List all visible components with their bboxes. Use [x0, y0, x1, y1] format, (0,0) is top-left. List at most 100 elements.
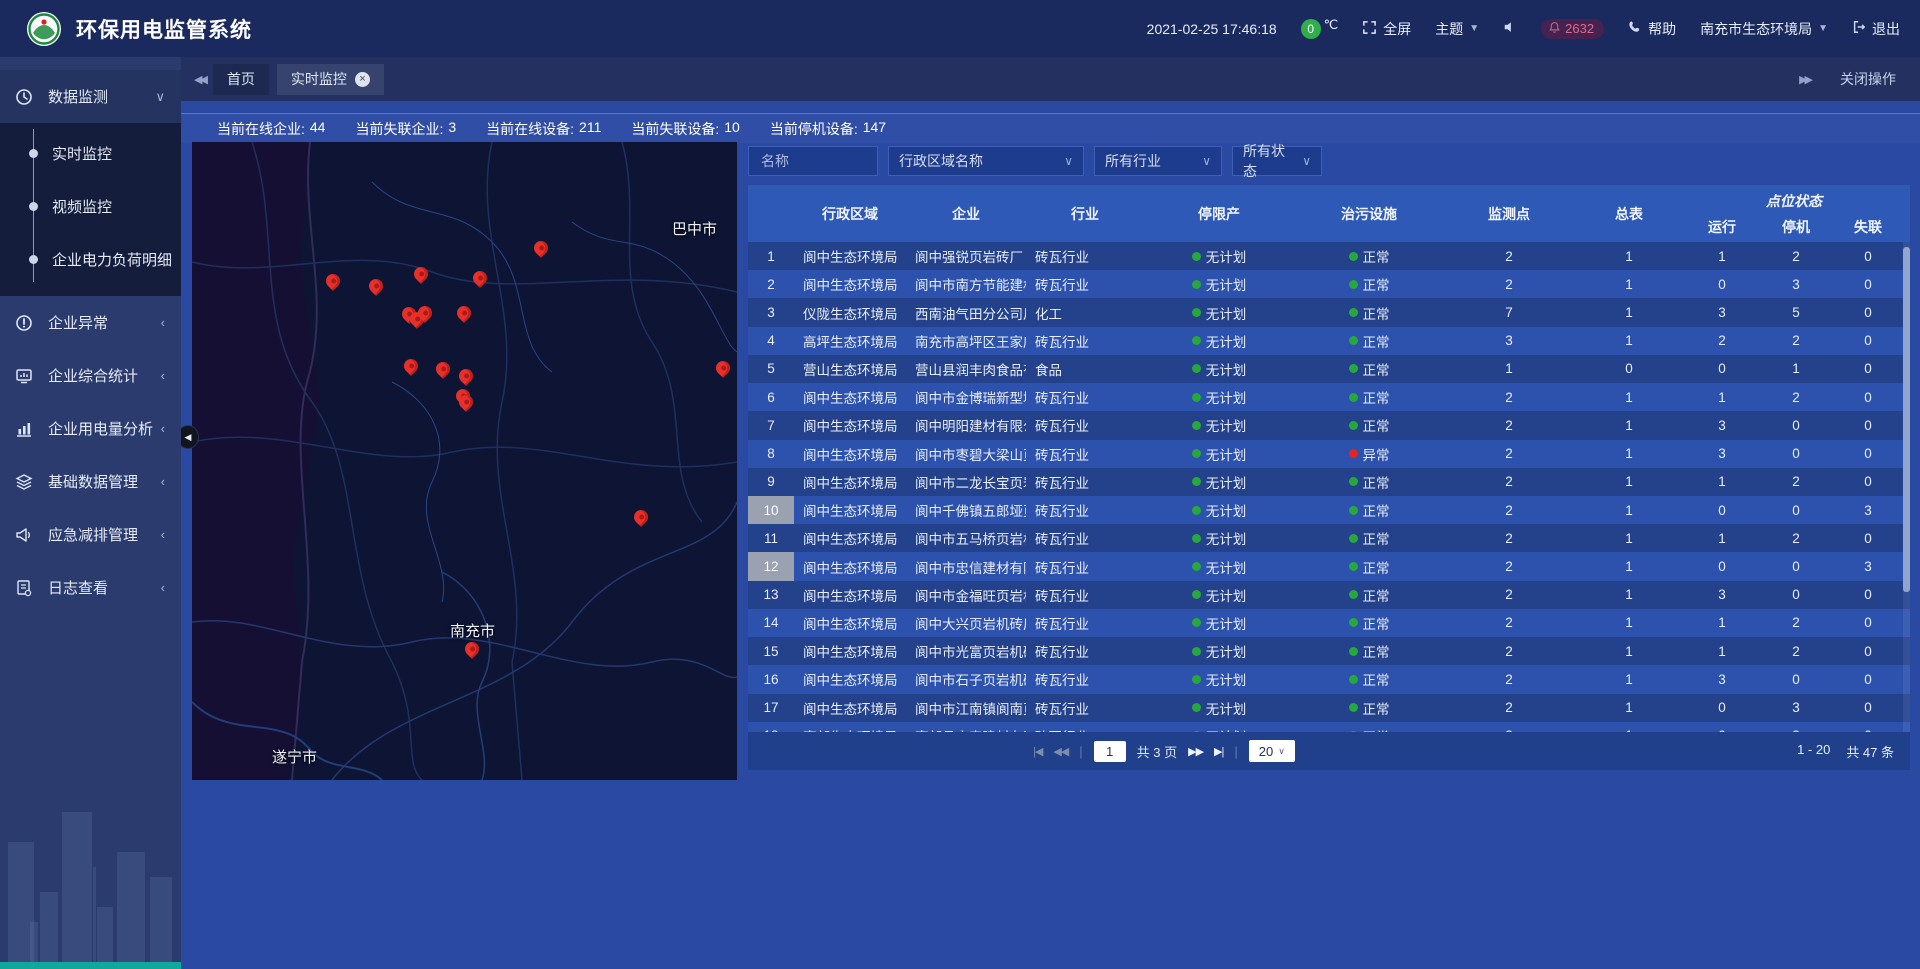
table-row[interactable]: 6阆中生态环境局阆中市金博瑞新型墙材砖瓦行业无计划正常21120	[748, 383, 1910, 411]
cell-region: 阆中生态环境局	[794, 581, 906, 609]
sidebar-item-0-2[interactable]: 企业电力负荷明细	[0, 233, 181, 286]
cell-meter: 1	[1574, 468, 1684, 496]
cell-meter: 1	[1574, 383, 1684, 411]
table-row[interactable]: 8阆中生态环境局阆中市枣碧大梁山页岩砖瓦行业无计划异常21300	[748, 440, 1910, 468]
table-row[interactable]: 1阆中生态环境局阆中强锐页岩砖厂砖瓦行业无计划正常21120	[748, 242, 1910, 270]
cell-company: 阆中市忠信建材有限公	[906, 552, 1026, 580]
stat-2: 当前在线设备:211	[486, 119, 601, 139]
table-row[interactable]: 13阆中生态环境局阆中市金福旺页岩机砖砖瓦行业无计划正常21300	[748, 581, 1910, 609]
table-row[interactable]: 14阆中生态环境局阆中大兴页岩机砖厂砖瓦行业无计划正常21120	[748, 609, 1910, 637]
table-row[interactable]: 3仪陇生态环境局西南油气田分公司川中化工无计划正常71350	[748, 298, 1910, 326]
page-number-input[interactable]: 1	[1094, 741, 1126, 762]
sidebar-group-4[interactable]: 基础数据管理‹	[0, 455, 181, 508]
row-index: 12	[748, 552, 794, 580]
cell-region: 南部生态环境局	[794, 722, 906, 732]
tab-1[interactable]: 实时监控×	[277, 64, 384, 95]
cell-down: 2	[1760, 383, 1832, 411]
sidebar-group-3[interactable]: 企业用电量分析‹	[0, 402, 181, 455]
tabs-scroll-right-button[interactable]: ▶▶	[1799, 73, 1810, 86]
chevron-down-icon: ▼	[1818, 23, 1828, 34]
cell-lost: 0	[1832, 524, 1904, 552]
page-size-select[interactable]: 20∨	[1249, 740, 1295, 762]
sidebar-item-0-0[interactable]: 实时监控	[0, 127, 181, 180]
sidebar-group-5[interactable]: 应急减排管理‹	[0, 508, 181, 561]
layers-icon	[0, 473, 48, 491]
org-dropdown[interactable]: 南充市生态环境局▼	[1700, 19, 1828, 39]
monitor-icon	[0, 367, 48, 385]
cell-run: 1	[1684, 637, 1760, 665]
cell-points: 2	[1444, 411, 1574, 439]
sidebar-group-0[interactable]: 数据监测∨	[0, 70, 181, 123]
green-dot-icon	[1349, 336, 1358, 345]
table-header: 行政区域 企业 行业 停限产 治污设施 监测点 总表 点位状态 运行 停机 失联	[748, 185, 1910, 242]
cell-company: 阆中市金博瑞新型墙材	[906, 383, 1026, 411]
cell-points: 2	[1444, 552, 1574, 580]
table-row[interactable]: 7阆中生态环境局阆中明阳建材有限公司砖瓦行业无计划正常21300	[748, 411, 1910, 439]
sidebar-group-label: 基础数据管理	[48, 471, 138, 492]
row-index: 10	[748, 496, 794, 524]
help-button[interactable]: 帮助	[1628, 19, 1676, 39]
table-row[interactable]: 12阆中生态环境局阆中市忠信建材有限公砖瓦行业无计划正常21003	[748, 552, 1910, 580]
table-row[interactable]: 2阆中生态环境局阆中市南方节能建材有砖瓦行业无计划正常21030	[748, 270, 1910, 298]
table-scrollbar[interactable]	[1903, 242, 1910, 732]
logout-button[interactable]: 退出	[1852, 19, 1900, 39]
cell-points: 2	[1444, 270, 1574, 298]
cell-run: 3	[1684, 665, 1760, 693]
stat-value: 147	[863, 119, 886, 139]
row-index: 17	[748, 694, 794, 722]
industry-filter-select[interactable]: 所有行业∨	[1094, 146, 1222, 176]
prev-page-button[interactable]: ◀◀	[1053, 745, 1068, 758]
sidebar-group-2[interactable]: 企业综合统计‹	[0, 349, 181, 402]
cell-region: 阆中生态环境局	[794, 665, 906, 693]
table-row[interactable]: 9阆中生态环境局阆中市二龙长宝页岩砖砖瓦行业无计划正常21120	[748, 468, 1910, 496]
table-row[interactable]: 15阆中生态环境局阆中市光富页岩机砖厂砖瓦行业无计划正常21120	[748, 637, 1910, 665]
cell-points: 2	[1444, 609, 1574, 637]
cell-region: 阆中生态环境局	[794, 637, 906, 665]
table-row[interactable]: 17阆中生态环境局阆中市江南镇阆南页岩砖瓦行业无计划正常21030	[748, 694, 1910, 722]
last-page-button[interactable]: ▶|	[1214, 745, 1223, 758]
table-row[interactable]: 11阆中生态环境局阆中市五马桥页岩机砖砖瓦行业无计划正常21120	[748, 524, 1910, 552]
cell-lost: 0	[1832, 694, 1904, 722]
theme-dropdown[interactable]: 主题▼	[1435, 19, 1479, 39]
sidebar-group-6[interactable]: 日志查看‹	[0, 561, 181, 614]
sidebar-group-label: 企业异常	[48, 312, 108, 333]
tab-0[interactable]: 首页	[213, 64, 269, 95]
scrollbar-thumb[interactable]	[1903, 247, 1910, 592]
region-filter-select[interactable]: 行政区域名称∨	[888, 146, 1084, 176]
close-icon[interactable]: ×	[355, 72, 370, 87]
cell-down: 2	[1760, 242, 1832, 270]
cell-lost: 0	[1832, 411, 1904, 439]
cell-run: 3	[1684, 440, 1760, 468]
name-filter-input[interactable]	[748, 146, 878, 176]
close-operations-button[interactable]: 关闭操作	[1840, 69, 1896, 89]
sidebar-group-1[interactable]: 企业异常‹	[0, 296, 181, 349]
next-page-button[interactable]: ▶▶	[1188, 745, 1203, 758]
stat-label: 当前失联企业:	[355, 119, 443, 139]
tabs-scroll-left-button[interactable]: ◀◀	[194, 73, 205, 86]
tabs-container: 首页实时监控×	[205, 57, 384, 101]
table-row[interactable]: 4高坪生态环境局南充市高坪区王家店建砖瓦行业无计划正常31220	[748, 327, 1910, 355]
row-index: 1	[748, 242, 794, 270]
cell-facility-status: 正常	[1294, 355, 1444, 383]
sidebar-item-0-1[interactable]: 视频监控	[0, 180, 181, 233]
sound-mute-button[interactable]	[1503, 20, 1517, 37]
cell-stop-status: 无计划	[1144, 242, 1294, 270]
status-filter-select[interactable]: 所有状态∨	[1232, 146, 1322, 176]
divider: |	[1079, 744, 1082, 759]
fullscreen-button[interactable]: 全屏	[1362, 19, 1411, 39]
cell-down: 0	[1760, 496, 1832, 524]
table-row[interactable]: 10阆中生态环境局阆中千佛镇五郎垭页岩砖瓦行业无计划正常21003	[748, 496, 1910, 524]
cell-down: 0	[1760, 552, 1832, 580]
cell-company: 阆中大兴页岩机砖厂	[906, 609, 1026, 637]
notification-badge[interactable]: 2632	[1541, 19, 1604, 39]
col-down: 停机	[1760, 217, 1832, 237]
green-dot-icon	[1349, 703, 1358, 712]
cell-stop-status: 无计划	[1144, 581, 1294, 609]
map-panel[interactable]: 巴中市南充市遂宁市	[192, 142, 737, 780]
table-row[interactable]: 18南部生态环境局南部县宏泰建材有限公砖瓦行业无计划正常21030	[748, 722, 1910, 732]
name-input[interactable]	[759, 152, 867, 170]
table-row[interactable]: 5营山生态环境局营山县润丰肉食品有限食品无计划正常10010	[748, 355, 1910, 383]
table-row[interactable]: 16阆中生态环境局阆中市石子页岩机砖厂砖瓦行业无计划正常21300	[748, 665, 1910, 693]
first-page-button[interactable]: |◀	[1033, 745, 1042, 758]
sidebar-active-group: 数据监测∨实时监控视频监控企业电力负荷明细	[0, 70, 181, 296]
